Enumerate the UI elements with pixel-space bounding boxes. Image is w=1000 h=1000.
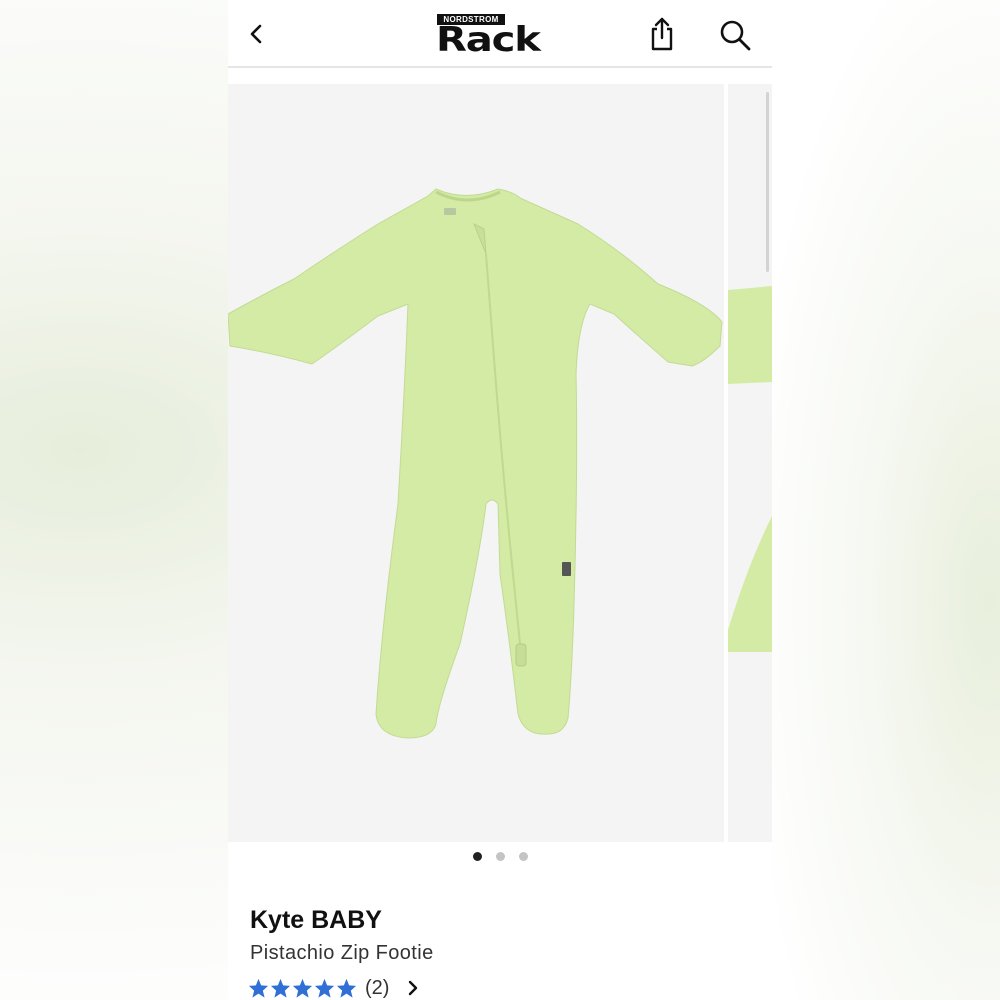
product-image-main[interactable] [228, 84, 724, 842]
star-icon [292, 978, 313, 998]
top-nav-bar: NORDSTROM Rack [228, 0, 772, 68]
review-count: (2) [365, 976, 390, 999]
search-button[interactable] [718, 18, 752, 52]
chevron-left-icon [250, 24, 262, 44]
search-icon [720, 20, 751, 51]
carousel-scrollbar[interactable] [766, 92, 769, 272]
chevron-right-icon [409, 980, 418, 996]
zip-footie-image [228, 188, 723, 739]
star-icon [270, 978, 291, 998]
star-icon [248, 978, 269, 998]
pagination-dot-1[interactable] [472, 852, 482, 861]
back-button[interactable] [242, 18, 270, 50]
product-title: Pistachio Zip Footie [250, 942, 434, 964]
pagination-dot-3[interactable] [518, 852, 528, 861]
star-icon [314, 978, 335, 998]
star-icon [336, 978, 357, 998]
page-background [772, 0, 1000, 1000]
footie-garment [228, 188, 723, 739]
carousel-pagination [228, 852, 772, 868]
share-icon [651, 17, 673, 51]
app-screen: NORDSTROM Rack Kyte BABY Pistachio Zip F… [228, 0, 772, 1000]
rating-reviews-link[interactable]: (2) [248, 975, 419, 1000]
share-button[interactable] [646, 16, 678, 52]
logo-main-text: Rack [436, 20, 541, 60]
pagination-dot-2[interactable] [495, 852, 505, 861]
star-rating [248, 978, 357, 998]
product-brand[interactable]: Kyte BABY [250, 906, 382, 935]
product-image-carousel[interactable] [228, 84, 772, 842]
nordstrom-rack-logo[interactable]: NORDSTROM Rack [436, 14, 566, 60]
